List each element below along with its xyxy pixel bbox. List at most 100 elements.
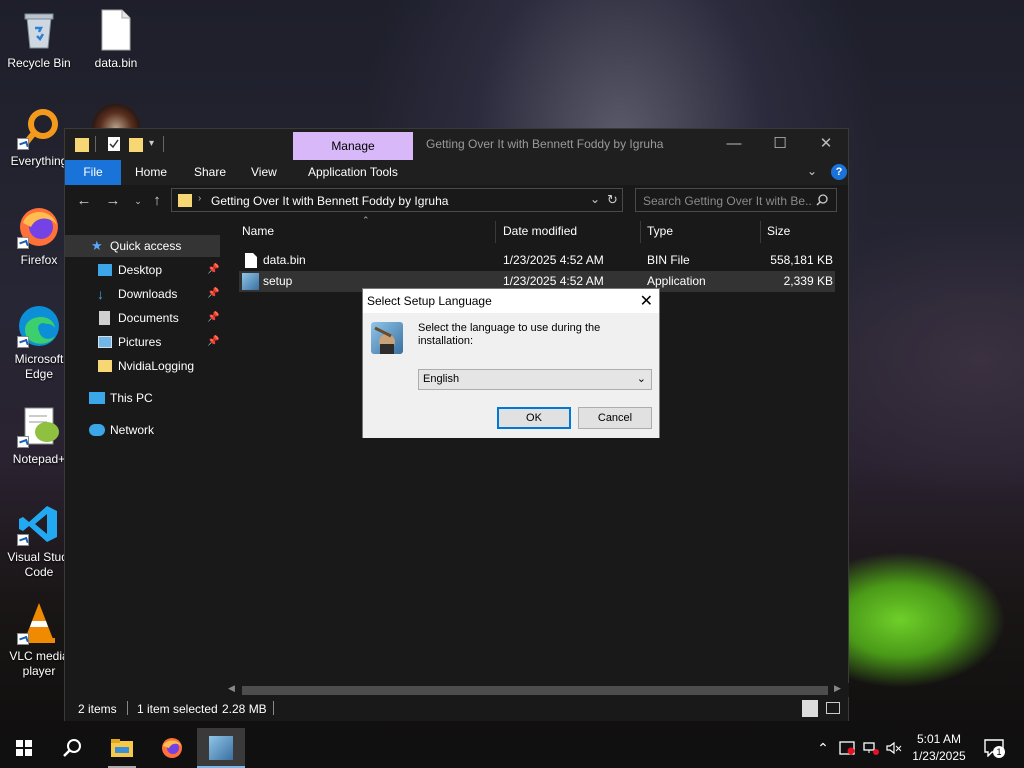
up-arrow-icon[interactable]: ↑ <box>146 191 168 211</box>
column-divider[interactable] <box>760 221 761 243</box>
star-icon: ★ <box>91 238 103 253</box>
forward-arrow-icon[interactable]: → <box>102 191 124 211</box>
sidebar-item-label: Documents <box>118 311 179 325</box>
setup-app-icon <box>209 736 233 760</box>
tab-manage[interactable]: Manage <box>293 132 413 160</box>
file-type: BIN File <box>647 253 690 267</box>
taskbar-firefox[interactable] <box>148 728 196 768</box>
download-arrow-icon: ↓ <box>97 286 104 302</box>
tab-file[interactable]: File <box>65 160 121 185</box>
file-icon <box>245 253 257 268</box>
help-icon[interactable]: ? <box>831 164 847 180</box>
volume-muted-icon[interactable] <box>884 728 904 768</box>
taskbar-setup[interactable] <box>197 728 245 768</box>
search-icon <box>816 194 828 206</box>
edge-icon <box>17 304 61 348</box>
taskbar-file-explorer[interactable] <box>98 728 146 768</box>
sidebar-item-nvidialogging[interactable]: NvidiaLogging <box>65 355 220 377</box>
pin-icon: 📌 <box>207 336 220 347</box>
network-tray-icon[interactable] <box>860 728 882 768</box>
language-select[interactable]: English ⌄ <box>418 369 652 390</box>
dialog-title-bar[interactable]: Select Setup Language ✕ <box>363 289 659 313</box>
window-title: Getting Over It with Bennett Foddy by Ig… <box>426 137 664 151</box>
shortcut-arrow-icon <box>17 237 29 249</box>
file-type: Application <box>647 274 706 288</box>
desktop-icon <box>98 264 112 276</box>
breadcrumb[interactable]: Getting Over It with Bennett Foddy by Ig… <box>211 194 448 208</box>
shortcut-arrow-icon <box>17 436 29 448</box>
tab-share[interactable]: Share <box>181 160 239 185</box>
documents-icon <box>99 311 110 325</box>
search-icon <box>63 739 81 757</box>
large-icons-view-icon[interactable] <box>826 702 840 714</box>
column-header-name[interactable]: Name <box>242 217 274 245</box>
sidebar-item-this-pc[interactable]: This PC <box>65 387 220 409</box>
shortcut-arrow-icon <box>17 534 29 546</box>
address-dropdown-icon[interactable]: ⌄ <box>590 192 600 206</box>
column-header-size[interactable]: Size <box>767 217 790 245</box>
ok-button[interactable]: OK <box>497 407 571 429</box>
scrollbar-thumb[interactable] <box>242 686 828 695</box>
sidebar-item-pictures[interactable]: Pictures 📌 <box>65 331 220 353</box>
tab-home[interactable]: Home <box>122 160 180 185</box>
maximize-button[interactable]: ☐ <box>757 129 803 160</box>
notepad-plus-icon <box>17 404 61 448</box>
tab-view[interactable]: View <box>238 160 290 185</box>
tab-application-tools[interactable]: Application Tools <box>295 160 411 185</box>
pin-icon: 📌 <box>207 288 220 299</box>
column-divider[interactable] <box>640 221 641 243</box>
column-header-date-modified[interactable]: Date modified <box>503 217 577 245</box>
shortcut-arrow-icon <box>17 336 29 348</box>
game-thumbnail-icon[interactable] <box>92 104 140 128</box>
qat-dropdown-icon[interactable]: ▾ <box>149 136 154 152</box>
minimize-button[interactable]: ― <box>711 129 757 160</box>
address-bar[interactable]: › Getting Over It with Bennett Foddy by … <box>171 188 623 212</box>
dialog-body: Select the language to use during the in… <box>363 313 659 438</box>
scroll-right-icon[interactable]: ▶ <box>834 683 841 694</box>
new-folder-icon[interactable] <box>129 136 143 152</box>
setup-app-icon <box>371 322 403 354</box>
sidebar-item-desktop[interactable]: Desktop 📌 <box>65 259 220 281</box>
desktop-icon-data-bin[interactable]: data.bin <box>78 8 154 71</box>
refresh-icon[interactable]: ↻ <box>607 192 618 208</box>
taskbar: ⌃ 5:01 AM 1/23/2025 1 <box>0 728 1024 768</box>
search-button[interactable] <box>48 728 96 768</box>
file-name: setup <box>263 274 293 288</box>
show-hidden-icons-chevron-icon[interactable]: ⌃ <box>812 728 834 768</box>
sidebar-item-documents[interactable]: Documents 📌 <box>65 307 220 329</box>
properties-icon[interactable] <box>107 136 121 152</box>
vlc-icon <box>17 601 61 645</box>
title-bar[interactable]: ▾ Manage Getting Over It with Bennett Fo… <box>65 129 848 160</box>
navigation-pane: ★ Quick access Desktop 📌 ↓ Downloads 📌 D… <box>65 225 221 695</box>
search-input[interactable]: Search Getting Over It with Be... <box>635 188 837 212</box>
taskbar-clock[interactable]: 5:01 AM 1/23/2025 <box>902 731 976 765</box>
status-divider <box>273 701 274 715</box>
horizontal-scrollbar[interactable]: ◀ ▶ <box>222 683 849 697</box>
setup-app-icon <box>242 273 259 290</box>
details-view-icon[interactable] <box>802 700 818 717</box>
vscode-icon <box>17 502 61 546</box>
clock-time: 5:01 AM <box>916 732 962 746</box>
shortcut-arrow-icon <box>17 138 29 150</box>
scroll-left-icon[interactable]: ◀ <box>228 683 235 694</box>
expand-ribbon-icon[interactable]: ⌄ <box>807 164 817 178</box>
start-button[interactable] <box>0 728 48 768</box>
desktop-icon-recycle-bin[interactable]: Recycle Bin <box>1 8 77 71</box>
notification-center-button[interactable]: 1 <box>980 728 1008 768</box>
close-icon[interactable]: ✕ <box>640 291 653 311</box>
cancel-button[interactable]: Cancel <box>578 407 652 429</box>
security-tray-icon[interactable] <box>836 728 858 768</box>
file-icon <box>94 8 138 52</box>
table-row[interactable]: data.bin 1/23/2025 4:52 AM BIN File 558,… <box>239 250 835 271</box>
column-header-type[interactable]: Type <box>647 217 673 245</box>
desktop-icon-label: Recycle Bin <box>7 56 71 70</box>
pictures-icon <box>98 336 112 348</box>
sidebar-item-label: Desktop <box>118 263 163 277</box>
back-arrow-icon[interactable]: ← <box>73 191 95 211</box>
sidebar-item-downloads[interactable]: ↓ Downloads 📌 <box>65 283 220 305</box>
sidebar-item-quick-access[interactable]: ★ Quick access <box>65 235 220 257</box>
sidebar-item-network[interactable]: Network <box>65 419 220 441</box>
close-button[interactable]: ✕ <box>803 129 849 160</box>
column-divider[interactable] <box>495 221 496 243</box>
sidebar-item-label: Downloads <box>118 287 178 301</box>
